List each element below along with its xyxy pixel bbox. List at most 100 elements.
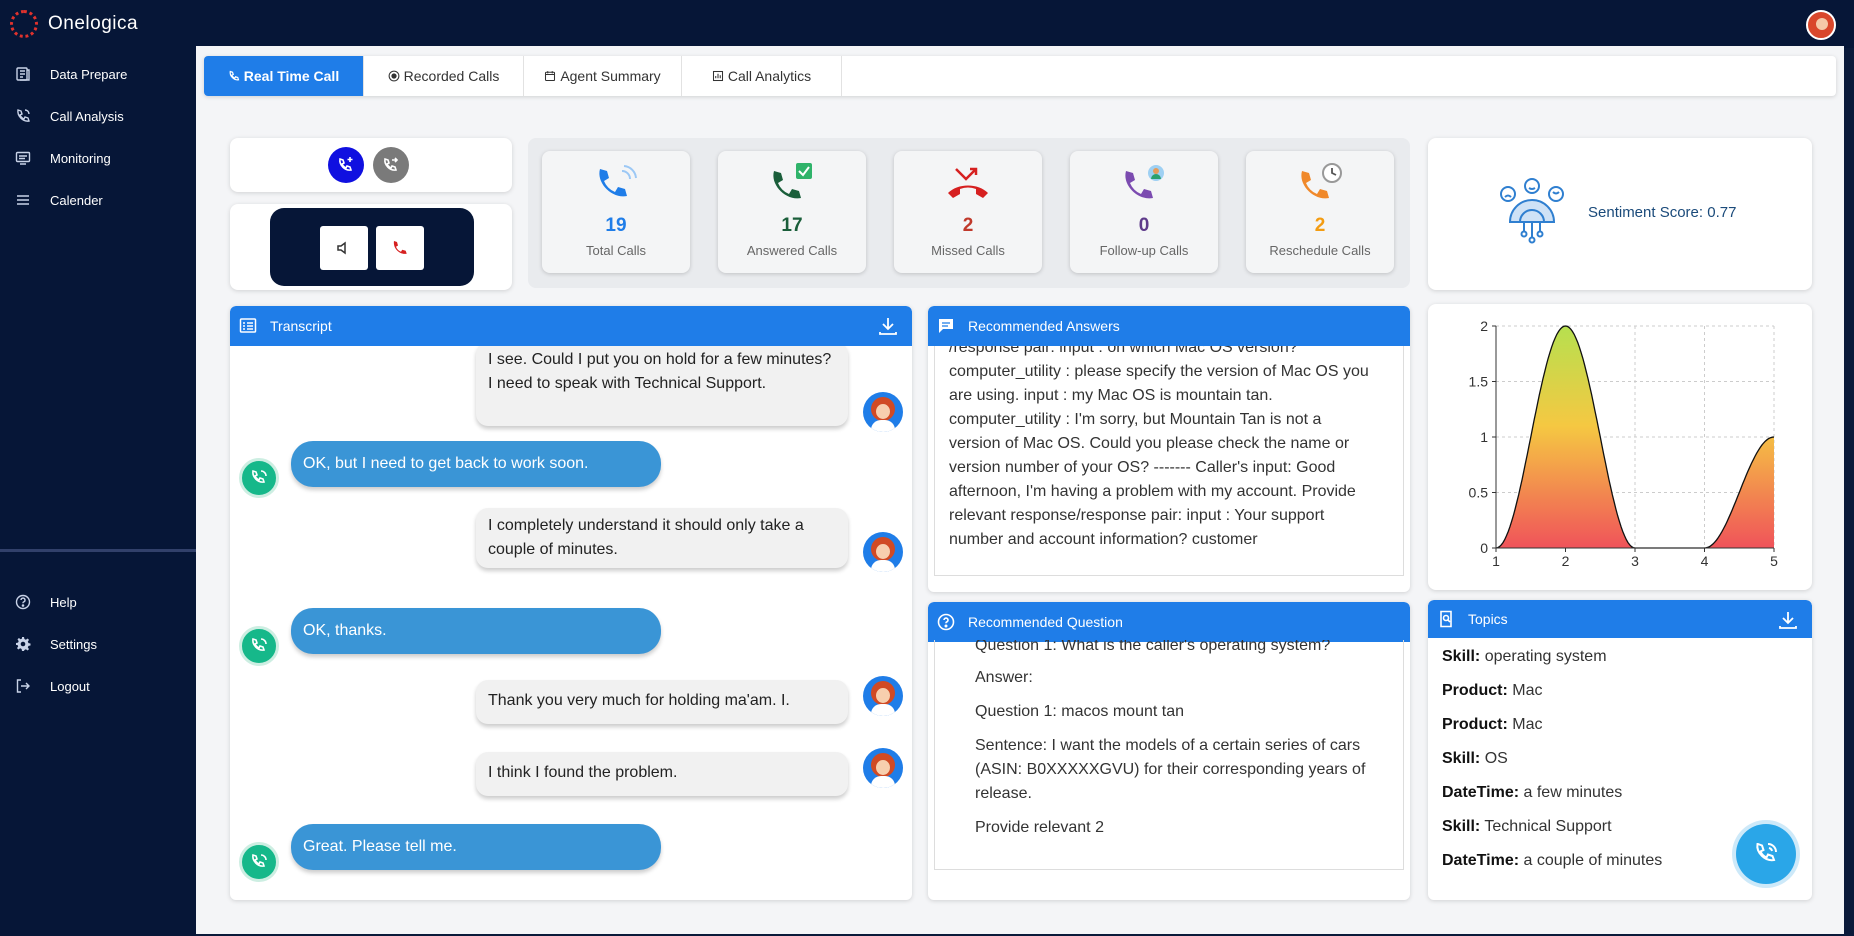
transfer-call-button[interactable] <box>373 147 409 183</box>
topic-value: a few minutes <box>1523 784 1623 801</box>
tab-real-time-call[interactable]: Real Time Call <box>204 56 364 96</box>
call-actions-card <box>230 138 512 192</box>
caller-avatar <box>239 842 279 882</box>
topic-item: Skill: OS <box>1442 750 1508 768</box>
agent-message: I see. Could I put you on hold for a few… <box>476 346 848 426</box>
search-document-icon <box>1436 609 1456 629</box>
download-icon[interactable] <box>1778 610 1798 630</box>
message-text: OK, thanks. <box>303 622 387 639</box>
phone-red-icon <box>393 241 407 254</box>
sidebar-item-logout[interactable]: Logout <box>0 666 196 706</box>
app-name: Onelogica <box>48 13 139 34</box>
topic-value: Mac <box>1512 716 1543 733</box>
message-text: I think I found the problem. <box>488 764 678 781</box>
user-avatar[interactable] <box>1806 10 1836 40</box>
caller-message: OK, but I need to get back to work soon. <box>291 441 661 487</box>
stat-follow-up-calls: 0 Follow-up Calls <box>1070 151 1218 273</box>
brand[interactable]: Onelogica <box>10 10 138 38</box>
tab-agent-summary[interactable]: Agent Summary <box>524 56 682 96</box>
transcript-header: Transcript <box>230 306 912 346</box>
add-call-icon <box>339 157 353 171</box>
caller-message: OK, thanks. <box>291 608 661 654</box>
transcript-title: Transcript <box>270 318 332 334</box>
tab-label: Call Analytics <box>727 68 812 84</box>
agent-avatar <box>863 676 903 716</box>
sidebar-divider <box>0 549 196 552</box>
question-line: Sentence: I want the models of a certain… <box>975 737 1361 754</box>
recommended-answers-title: Recommended Answers <box>968 318 1120 334</box>
answer-line: computer_utility : please specify the ve… <box>949 363 1369 380</box>
answer-line: version number of your OS? ------- Calle… <box>949 459 1336 476</box>
sidebar-item-settings[interactable]: Settings <box>0 624 196 664</box>
sidebar-item-label: Logout <box>50 678 90 694</box>
answer-line: computer_utility : I'm sorry, but Mounta… <box>949 411 1322 428</box>
topic-key: DateTime: <box>1442 784 1520 801</box>
caller-avatar <box>239 458 279 498</box>
sentiment-chart-card: 0 0.5 1 1.5 2 1 2 3 4 5 <box>1428 304 1812 590</box>
y-tick-label: 0 <box>1480 540 1488 556</box>
recommended-question-header: Recommended Question <box>928 602 1410 642</box>
transcript-panel: Transcript I see. Could I put you on hol… <box>230 306 912 900</box>
missed-call-icon <box>948 167 988 198</box>
agent-message: Thank you very much for holding ma'am. I… <box>476 680 848 724</box>
record-icon <box>388 70 400 82</box>
sentiment-chart: 0 0.5 1 1.5 2 1 2 3 4 5 <box>1469 318 1779 569</box>
tab-recorded-calls[interactable]: Recorded Calls <box>364 56 524 96</box>
stat-label: Missed Calls <box>931 243 1005 258</box>
sidebar-item-label: Call Analysis <box>50 108 124 124</box>
y-tick-label: 0.5 <box>1469 485 1489 501</box>
tab-call-analytics[interactable]: Call Analytics <box>682 56 842 96</box>
recommended-question-title: Recommended Question <box>968 614 1123 630</box>
sidebar-item-label: Data Prepare <box>50 66 128 82</box>
download-icon[interactable] <box>878 316 898 336</box>
sidebar: Data Prepare Call Analysis Monitoring Ca… <box>0 48 196 936</box>
agent-avatar <box>863 748 903 788</box>
answer-line: are using. input : my Mac OS is mountain… <box>949 387 1273 404</box>
sidebar-item-help[interactable]: Help <box>0 582 196 622</box>
topic-key: Product: <box>1442 716 1508 733</box>
answer-line: number and account information? customer <box>949 531 1258 548</box>
question-line: Question 1: macos mount tan <box>975 703 1184 720</box>
call-stats-panel: 19 Total Calls 17 Answered Calls 2 Misse… <box>528 138 1410 288</box>
answer-line: afternoon, I'm having a problem with my … <box>949 483 1356 500</box>
call-controls-card <box>230 204 512 290</box>
sidebar-item-calender[interactable]: Calender <box>0 180 196 220</box>
phone-call-icon <box>1756 843 1777 862</box>
sentiment-card: Sentiment Score: 0.77 <box>1428 138 1812 290</box>
floating-call-button[interactable] <box>1736 824 1796 884</box>
message-text: I completely understand it should only t… <box>488 517 804 558</box>
hang-up-button[interactable] <box>376 226 424 270</box>
topic-item: DateTime: a few minutes <box>1442 784 1622 802</box>
topic-key: Skill: <box>1442 648 1481 665</box>
sidebar-item-data-prepare[interactable]: Data Prepare <box>0 54 196 94</box>
stat-value: 2 <box>962 215 974 236</box>
stat-value: 2 <box>1314 215 1326 236</box>
topic-key: Skill: <box>1442 750 1481 767</box>
sidebar-item-monitoring[interactable]: Monitoring <box>0 138 196 178</box>
x-tick-label: 4 <box>1701 553 1709 569</box>
stat-label: Follow-up Calls <box>1099 243 1189 258</box>
document-icon <box>14 65 32 83</box>
message-text: Thank you very much for holding ma'am. I… <box>488 692 790 709</box>
x-tick-label: 5 <box>1770 553 1778 569</box>
topic-value: Mac <box>1512 682 1543 699</box>
topic-value: a couple of minutes <box>1523 852 1663 869</box>
stat-label: Reschedule Calls <box>1269 243 1371 258</box>
mute-button[interactable] <box>320 226 368 270</box>
call-control-panel <box>270 208 474 286</box>
stat-value: 0 <box>1138 215 1150 236</box>
agent-avatar <box>863 392 903 432</box>
question-icon <box>936 612 956 632</box>
recommended-answers-panel: Recommended Answers /response pair: inpu… <box>928 306 1410 592</box>
sidebar-item-call-analysis[interactable]: Call Analysis <box>0 96 196 136</box>
topic-key: Skill: <box>1442 818 1481 835</box>
recommended-question-text: Question 1: What is the caller's operati… <box>934 640 1404 870</box>
recommended-answers-text: /response pair: input : on which Mac OS … <box>934 346 1404 576</box>
phone-call-icon <box>252 469 267 483</box>
answer-line: /response pair: input : on which Mac OS … <box>949 346 1298 356</box>
phone-blue-icon <box>599 165 637 197</box>
answer-line: version of Mac OS. Could you please chec… <box>949 435 1350 452</box>
phone-call-icon <box>229 70 240 81</box>
add-call-button[interactable] <box>328 147 364 183</box>
monitor-icon <box>14 149 32 167</box>
